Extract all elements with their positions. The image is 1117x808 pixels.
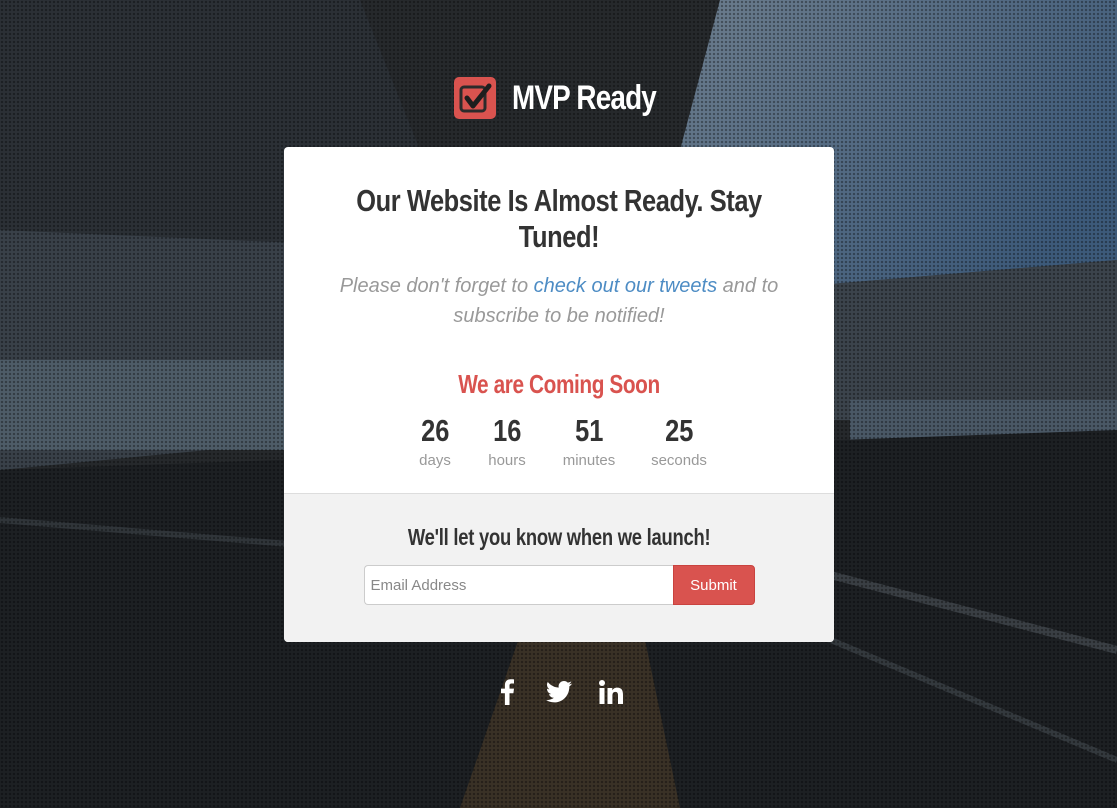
countdown-timer: 26 days 16 hours 51 minutes 25 seconds [284, 413, 834, 470]
countdown-hours: 16 hours [478, 413, 536, 470]
countdown-label: seconds [651, 452, 707, 469]
brand-name: MVP Ready [511, 78, 657, 117]
signup-heading: We'll let you know when we launch! [407, 524, 711, 550]
countdown-value: 26 [420, 413, 450, 448]
tweets-link[interactable]: check out our tweets [534, 275, 717, 297]
countdown-seconds: 25 seconds [646, 413, 712, 470]
countdown-minutes: 51 minutes [556, 413, 622, 470]
countdown-days: 26 days [406, 413, 464, 470]
card-header-section: Our Website Is Almost Ready. Stay Tuned!… [284, 147, 834, 494]
submit-button[interactable]: Submit [672, 565, 755, 605]
linkedin-icon[interactable] [597, 678, 625, 706]
check-square-icon [453, 77, 496, 119]
countdown-label: hours [488, 452, 526, 469]
countdown-label: minutes [562, 452, 616, 469]
signup-section: We'll let you know when we launch! Submi… [284, 494, 834, 642]
brand[interactable]: MVP Ready [0, 77, 1117, 119]
countdown-value: 25 [664, 413, 694, 448]
coming-soon-card: Our Website Is Almost Ready. Stay Tuned!… [284, 147, 834, 642]
email-input[interactable] [363, 565, 673, 605]
countdown-label: days [419, 452, 451, 469]
page-title: Our Website Is Almost Ready. Stay Tuned! [356, 183, 762, 254]
signup-form: Submit [284, 565, 834, 605]
social-links [0, 678, 1117, 706]
countdown-heading: We are Coming Soon [458, 369, 660, 399]
lead-text-start: Please don't forget to [339, 275, 534, 297]
facebook-icon[interactable] [493, 678, 521, 706]
countdown-value: 16 [492, 413, 522, 448]
countdown-value: 51 [574, 413, 604, 448]
twitter-icon[interactable] [545, 678, 573, 706]
lead-text: Please don't forget to check out our twe… [339, 271, 779, 331]
